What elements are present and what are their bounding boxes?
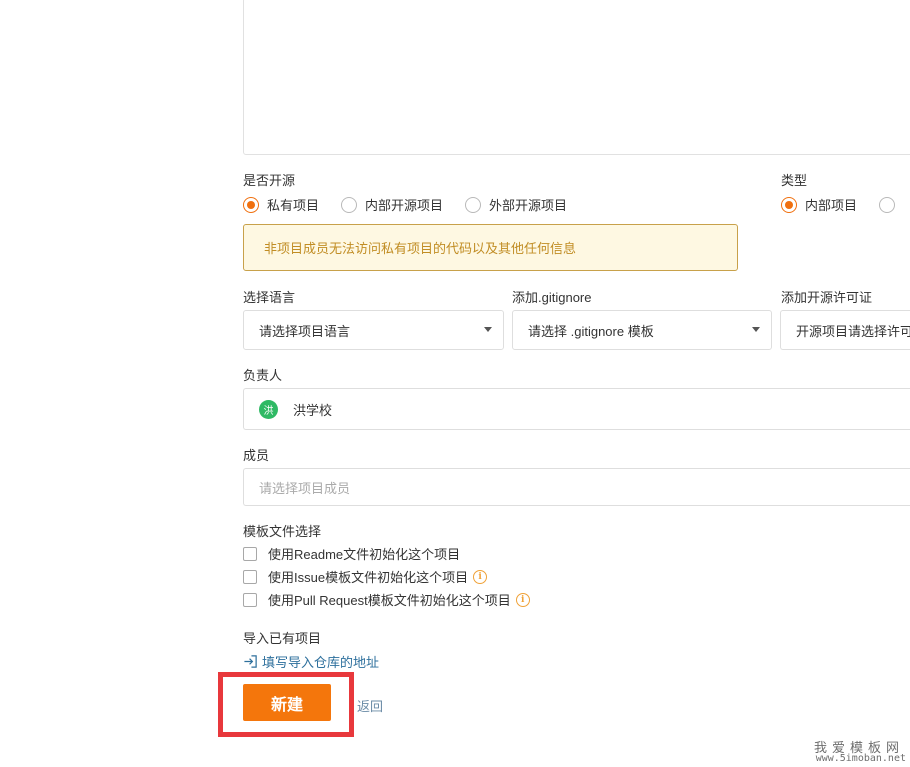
- radio-checked-icon: [243, 196, 259, 213]
- radio-private-label: 私有项目: [267, 198, 320, 213]
- radio-unchecked-icon: [341, 196, 358, 213]
- import-link-label: 填写导入仓库的地址: [262, 655, 380, 670]
- watermark-url: www.5imoban.net: [815, 753, 906, 764]
- radio-internal-open[interactable]: 内部开源项目: [341, 195, 443, 214]
- members-placeholder: 请选择项目成员: [259, 480, 351, 496]
- back-link[interactable]: 返回: [357, 696, 383, 715]
- checkbox-icon: [243, 592, 257, 607]
- template-pr-label: 使用Pull Request模板文件初始化这个项目: [268, 593, 511, 608]
- checkbox-icon: [243, 546, 257, 561]
- gitignore-select[interactable]: 请选择 .gitignore 模板: [512, 310, 772, 350]
- language-select-value: 请选择项目语言: [259, 323, 351, 339]
- create-button[interactable]: 新建: [243, 684, 331, 721]
- template-readme-label: 使用Readme文件初始化这个项目: [268, 547, 461, 562]
- license-select-value: 开源项目请选择许可: [796, 323, 910, 339]
- caret-down-icon: [484, 327, 492, 332]
- templates-label: 模板文件选择: [243, 524, 322, 539]
- info-icon[interactable]: i: [473, 569, 488, 584]
- type-label: 类型: [781, 173, 808, 188]
- license-select[interactable]: 开源项目请选择许可: [780, 310, 910, 350]
- open-source-label: 是否开源: [243, 173, 296, 188]
- template-pr-checkbox[interactable]: 使用Pull Request模板文件初始化这个项目 i: [243, 590, 530, 609]
- gitignore-label: 添加.gitignore: [512, 290, 592, 305]
- type-radio-group: 内部项目: [781, 195, 910, 214]
- members-input[interactable]: 请选择项目成员: [243, 468, 910, 506]
- description-textarea[interactable]: [243, 0, 910, 155]
- language-select[interactable]: 请选择项目语言: [243, 310, 504, 350]
- radio-external-open[interactable]: 外部开源项目: [465, 195, 567, 214]
- radio-type-other[interactable]: [879, 196, 903, 213]
- import-link[interactable]: 填写导入仓库的地址: [243, 652, 379, 671]
- members-label: 成员: [243, 448, 270, 463]
- radio-internal-open-label: 内部开源项目: [365, 198, 444, 213]
- language-label: 选择语言: [243, 290, 296, 305]
- radio-external-open-label: 外部开源项目: [489, 198, 568, 213]
- private-warning: 非项目成员无法访问私有项目的代码以及其他任何信息: [243, 224, 738, 271]
- radio-unchecked-icon: [465, 196, 482, 213]
- template-issue-checkbox[interactable]: 使用Issue模板文件初始化这个项目 i: [243, 567, 488, 586]
- template-issue-label: 使用Issue模板文件初始化这个项目: [268, 570, 469, 585]
- owner-label: 负责人: [243, 368, 283, 383]
- import-icon: [244, 655, 257, 668]
- radio-internal-project-label: 内部项目: [805, 198, 858, 213]
- license-label: 添加开源许可证: [781, 290, 873, 305]
- avatar: 洪: [259, 399, 278, 419]
- info-icon[interactable]: i: [515, 592, 530, 607]
- owner-field[interactable]: 洪 洪学校: [243, 388, 910, 430]
- owner-name: 洪学校: [293, 402, 333, 418]
- radio-checked-icon: [781, 196, 797, 213]
- radio-internal-project[interactable]: 内部项目: [781, 195, 857, 214]
- checkbox-icon: [243, 569, 257, 584]
- gitignore-select-value: 请选择 .gitignore 模板: [528, 323, 654, 339]
- radio-private[interactable]: 私有项目: [243, 195, 319, 214]
- caret-down-icon: [752, 327, 760, 332]
- import-label: 导入已有项目: [243, 631, 322, 646]
- template-readme-checkbox[interactable]: 使用Readme文件初始化这个项目: [243, 544, 460, 563]
- radio-unchecked-icon: [879, 196, 896, 213]
- open-source-radio-group: 私有项目 内部开源项目 外部开源项目: [243, 195, 589, 214]
